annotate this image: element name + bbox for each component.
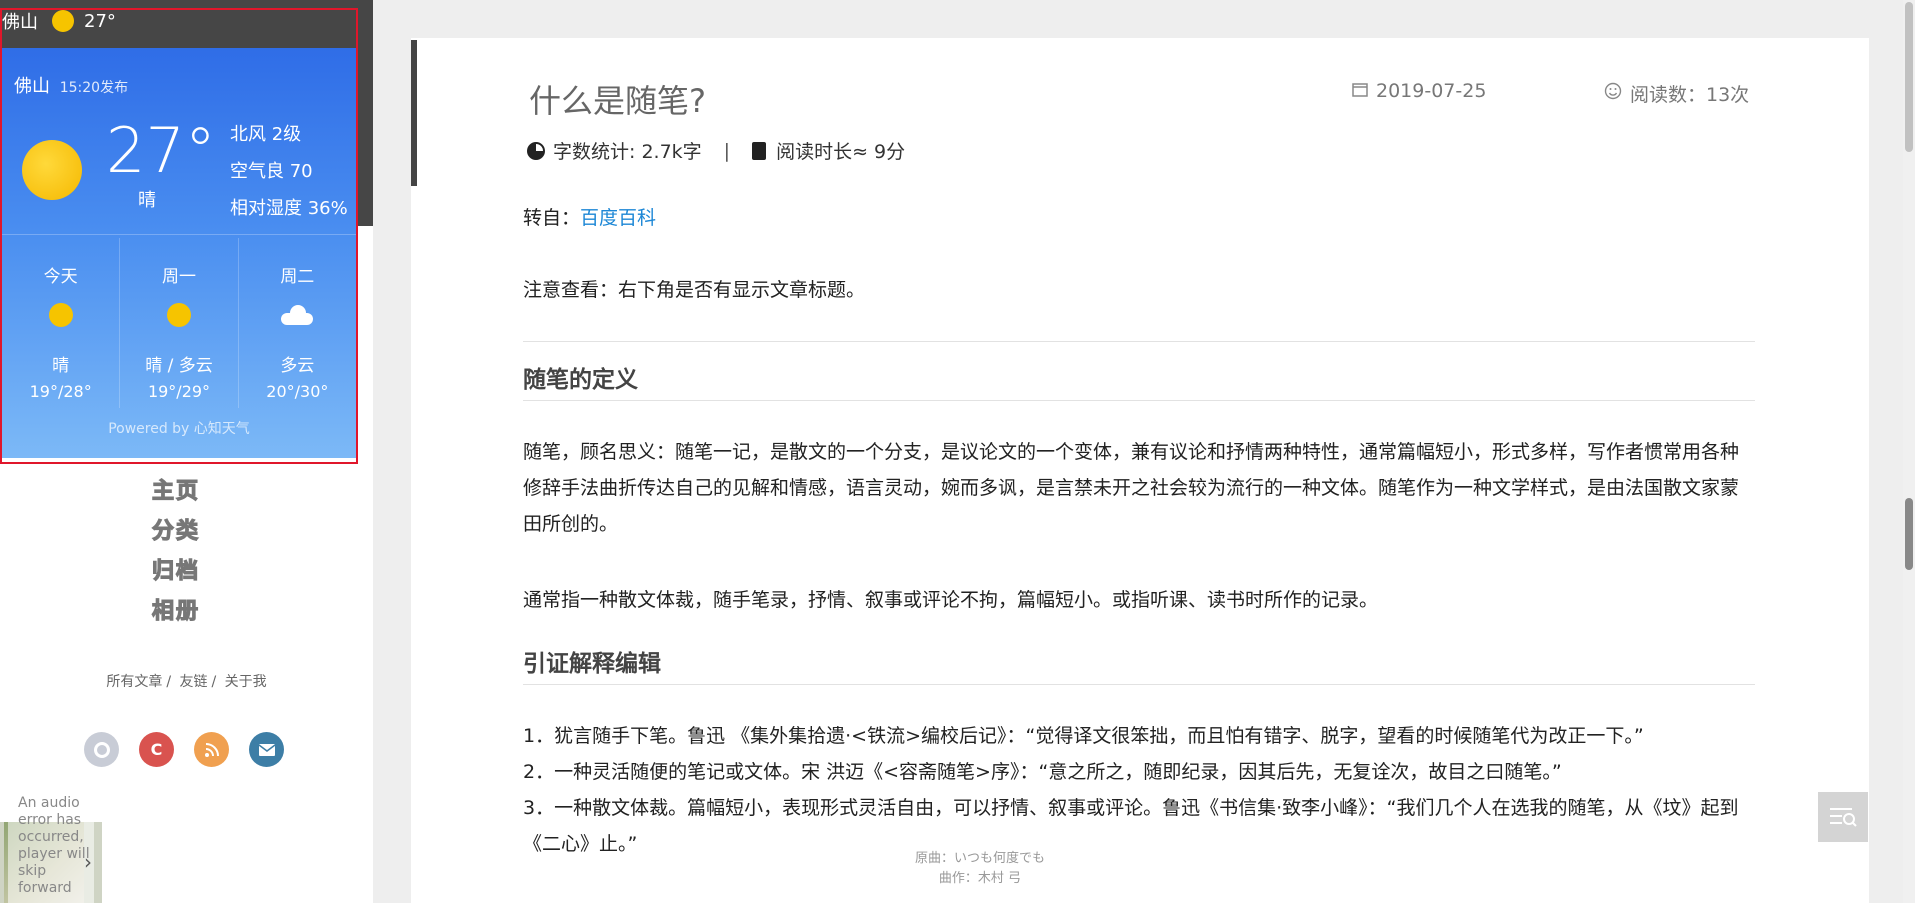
- weather-card-header: 佛山 15:20发布: [14, 72, 128, 98]
- link-all-posts[interactable]: 所有文章: [106, 674, 162, 690]
- link-separator: /: [211, 674, 217, 690]
- forecast-day-name: 今天: [43, 267, 78, 287]
- stats-separator: |: [723, 139, 731, 162]
- main-nav: 主页 分类 归档 相册: [140, 472, 212, 632]
- read-time: 阅读时长≈ 9分: [776, 141, 906, 163]
- forecast-condition: 晴 / 多云: [145, 356, 213, 376]
- weather-wind: 北风 2级: [230, 124, 302, 145]
- calendar-icon: [1352, 80, 1368, 102]
- word-count: 字数统计: 2.7k字: [553, 141, 702, 163]
- definition-paragraph: 随笔，顾名思义：随笔一记，是散文的一个分支，是议论文的一个变体，兼有议论和抒情两…: [523, 441, 1740, 535]
- forecast-day: 周一 晴 / 多云 19°/29°: [120, 238, 239, 408]
- sun-icon: [52, 10, 74, 32]
- lyrics-line: 曲作：木村 弓: [938, 871, 1022, 886]
- weather-forecast: 今天 晴 19°/28° 周一 晴 / 多云 19°/29° 周二 多云 20°…: [2, 238, 356, 408]
- sidebar: 佛山 27° 佛山 15:20发布 27° 晴 北风 2级 空气良 70 相对湿…: [0, 0, 373, 903]
- link-separator: /: [166, 674, 172, 690]
- article-date-text: 2019-07-25: [1376, 80, 1487, 102]
- weather-air-quality: 空气良 70: [230, 161, 313, 182]
- source-label: 转自：: [523, 207, 581, 229]
- source-link[interactable]: 百度百科: [580, 207, 656, 229]
- lyrics-overlay: 原曲：いつも何度でも 曲作：木村 弓: [880, 849, 1080, 889]
- weather-published-time: 15:20发布: [59, 80, 129, 96]
- list-item: 2．一种灵活随便的笔记或文体。宋 洪迈《<容斋随笔>序》：“意之所之，随即纪录，…: [523, 761, 1562, 783]
- nav-categories[interactable]: 分类: [140, 512, 212, 552]
- weather-powered-by[interactable]: Powered by 心知天气: [2, 418, 356, 438]
- article-date: 2019-07-25: [1352, 80, 1486, 102]
- weather-details: 北风 2级 空气良 70 相对湿度 36%: [230, 116, 348, 227]
- github-icon[interactable]: [84, 732, 119, 767]
- page-scrollbar[interactable]: [1903, 0, 1915, 903]
- weather-condition: 晴: [138, 190, 156, 211]
- scrollbar-indicator[interactable]: [1905, 498, 1913, 570]
- forecast-day-name: 周二: [280, 267, 315, 287]
- book-icon: [752, 141, 767, 160]
- page-title: 什么是随笔?: [529, 82, 706, 120]
- nav-home[interactable]: 主页: [140, 472, 212, 512]
- forecast-condition: 晴: [52, 356, 70, 376]
- forecast-range: 19°/29°: [147, 382, 211, 401]
- scrollbar-thumb[interactable]: [1905, 2, 1913, 152]
- list-item: 1．犹言随手下笔。鲁迅 《集外集拾遗·<铁流>编校后记》：“觉得译文很笨拙，而且…: [523, 725, 1644, 747]
- citation-list: 1．犹言随手下笔。鲁迅 《集外集拾遗·<铁流>编校后记》：“觉得译文很笨拙，而且…: [523, 718, 1755, 862]
- heading-definition: 随笔的定义: [523, 367, 638, 393]
- cloud-icon: [281, 305, 314, 325]
- link-friends[interactable]: 友链: [180, 674, 208, 690]
- definition-paragraph: 通常指一种散文体裁，随手笔录，抒情、叙事或评论不拘，篇幅短小。或指听课、读书时所…: [523, 589, 1379, 611]
- sun-icon: [22, 140, 82, 200]
- divider: [2, 234, 356, 235]
- lyrics-line: 原曲：いつも何度でも: [914, 851, 1045, 866]
- article-read-count: 阅读数：13次: [1604, 80, 1749, 107]
- forecast-range: 19°/28°: [29, 382, 92, 401]
- sub-links: 所有文章 / 友链 / 关于我: [0, 671, 373, 691]
- forecast-day: 今天 晴 19°/28°: [2, 238, 121, 408]
- chevron-right-icon[interactable]: ›: [84, 850, 92, 874]
- list-item: 3．一种散文体裁。篇幅短小，表现形式灵活自由，可以抒情、叙事或评论。鲁迅《书信集…: [523, 797, 1739, 855]
- heading-citation: 引证解释编辑: [523, 651, 661, 677]
- weather-bar-temp: 27°: [84, 10, 116, 32]
- rss-icon[interactable]: [194, 732, 229, 767]
- toc-toggle-button[interactable]: [1818, 792, 1868, 842]
- article-stats: 字数统计: 2.7k字 | 阅读时长≈ 9分: [527, 137, 905, 164]
- csdn-icon[interactable]: C: [139, 732, 174, 767]
- pie-chart-icon: [527, 141, 545, 160]
- mail-icon[interactable]: [249, 732, 284, 767]
- weather-card: 佛山 15:20发布 27° 晴 北风 2级 空气良 70 相对湿度 36% 今…: [2, 48, 356, 458]
- weather-temperature: 27°: [106, 114, 216, 187]
- forecast-range: 20°/30°: [266, 382, 329, 401]
- nav-album[interactable]: 相册: [140, 592, 212, 632]
- menu-search-icon: [1830, 808, 1857, 827]
- audio-error-message: An audio error has occurred, player will…: [8, 792, 94, 903]
- source-line: 转自：百度百科: [523, 200, 656, 236]
- smile-icon: [1604, 82, 1622, 105]
- forecast-day-name: 周一: [161, 267, 196, 287]
- note-paragraph: 注意查看：右下角是否有显示文章标题。: [523, 279, 866, 301]
- social-links: C: [84, 732, 284, 767]
- weather-humidity: 相对湿度 36%: [230, 198, 348, 219]
- weather-bar[interactable]: 佛山 27°: [0, 0, 116, 42]
- divider: [523, 400, 1755, 401]
- weather-city: 佛山: [14, 76, 50, 97]
- forecast-day: 周二 多云 20°/30°: [239, 238, 356, 408]
- divider: [523, 341, 1755, 342]
- link-about[interactable]: 关于我: [225, 674, 267, 690]
- weather-bar-city: 佛山: [2, 12, 38, 33]
- sun-icon: [48, 303, 73, 327]
- forecast-condition: 多云: [280, 356, 315, 376]
- divider: [523, 684, 1755, 685]
- nav-archives[interactable]: 归档: [140, 552, 212, 592]
- article-accent-bar: [411, 40, 417, 186]
- sun-icon: [166, 303, 191, 327]
- article-read-count-text: 阅读数：13次: [1630, 84, 1750, 106]
- csdn-letter: C: [150, 740, 163, 759]
